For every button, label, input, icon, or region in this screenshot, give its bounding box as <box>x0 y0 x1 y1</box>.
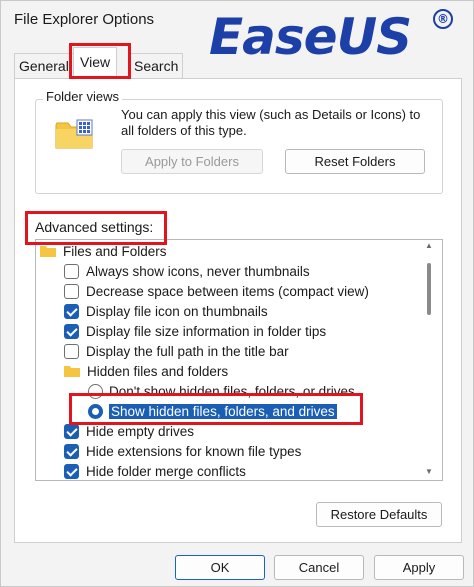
list-item-label: Don't show hidden files, folders, or dri… <box>109 384 355 399</box>
checkbox[interactable] <box>64 463 79 479</box>
list-item-label: Show hidden files, folders, and drives <box>109 404 337 419</box>
list-scrollbar-thumb[interactable] <box>427 263 431 315</box>
advanced-settings-heading: Advanced settings: <box>35 219 154 235</box>
list-item-checkbox[interactable]: Display file size information in folder … <box>64 322 326 341</box>
list-item-checkbox[interactable]: Hide folder merge conflicts <box>64 462 246 480</box>
window-title: File Explorer Options <box>14 11 155 28</box>
list-item-checkbox[interactable]: Hide extensions for known file types <box>64 442 301 461</box>
folder-icon <box>64 366 80 378</box>
scroll-up-icon[interactable]: ▲ <box>425 241 433 250</box>
folder-views-heading: Folder views <box>43 89 122 104</box>
checkbox[interactable] <box>64 283 79 299</box>
restore-defaults-button[interactable]: Restore Defaults <box>316 502 442 527</box>
list-item-checkbox[interactable]: Display the full path in the title bar <box>64 342 289 361</box>
list-item-label: Display file size information in folder … <box>86 324 327 339</box>
list-item-label: Hidden files and folders <box>87 364 229 379</box>
folder-views-description: You can apply this view (such as Details… <box>121 107 421 138</box>
checkbox[interactable] <box>64 323 79 339</box>
folder-view-icon <box>55 119 93 149</box>
cancel-button[interactable]: Cancel <box>274 555 364 580</box>
folder-icon <box>40 246 56 258</box>
apply-to-folders-button[interactable]: Apply to Folders <box>121 149 263 174</box>
reset-folders-button[interactable]: Reset Folders <box>285 149 425 174</box>
list-item-label: Always show icons, never thumbnails <box>86 264 310 279</box>
file-explorer-options-dialog: File Explorer Options EaseUS ® General S… <box>0 0 474 587</box>
checkbox[interactable] <box>64 263 79 279</box>
list-item-label: Display the full path in the title bar <box>86 344 289 359</box>
list-item-radio[interactable]: Don't show hidden files, folders, or dri… <box>88 382 355 401</box>
list-item-label: Hide folder merge conflicts <box>86 464 246 479</box>
checkbox[interactable] <box>64 443 79 459</box>
tab-search[interactable]: Search <box>129 53 184 79</box>
list-item-label: Hide empty drives <box>86 424 195 439</box>
list-item-checkbox[interactable]: Decrease space between items (compact vi… <box>64 282 369 301</box>
tab-general[interactable]: General <box>14 53 74 79</box>
checkbox[interactable] <box>64 343 79 359</box>
list-item-label: Decrease space between items (compact vi… <box>86 284 369 299</box>
list-item-label: Hide extensions for known file types <box>86 444 302 459</box>
checkbox[interactable] <box>64 423 79 439</box>
scroll-down-icon[interactable]: ▼ <box>425 467 433 476</box>
list-item-label: Display file icon on thumbnails <box>86 304 268 319</box>
tab-view[interactable]: View <box>73 47 118 79</box>
list-item-radio[interactable]: Show hidden files, folders, and drives <box>88 402 337 421</box>
checkbox[interactable] <box>64 303 79 319</box>
easeus-logo: EaseUS <box>209 8 412 66</box>
list-item-checkbox[interactable]: Hide empty drives <box>64 422 194 441</box>
list-item-checkbox[interactable]: Always show icons, never thumbnails <box>64 262 310 281</box>
ok-button[interactable]: OK <box>175 555 265 580</box>
list-item-folder: Files and Folders <box>40 242 167 261</box>
list-item-checkbox[interactable]: Display file icon on thumbnails <box>64 302 268 321</box>
radio-button[interactable] <box>88 383 103 399</box>
apply-button[interactable]: Apply <box>374 555 464 580</box>
list-item-label: Files and Folders <box>63 244 167 259</box>
radio-button[interactable] <box>88 403 103 419</box>
advanced-settings-list[interactable]: Files and Folders Always show icons, nev… <box>35 239 443 481</box>
list-item-folder: Hidden files and folders <box>64 362 228 381</box>
registered-mark: ® <box>433 9 453 29</box>
